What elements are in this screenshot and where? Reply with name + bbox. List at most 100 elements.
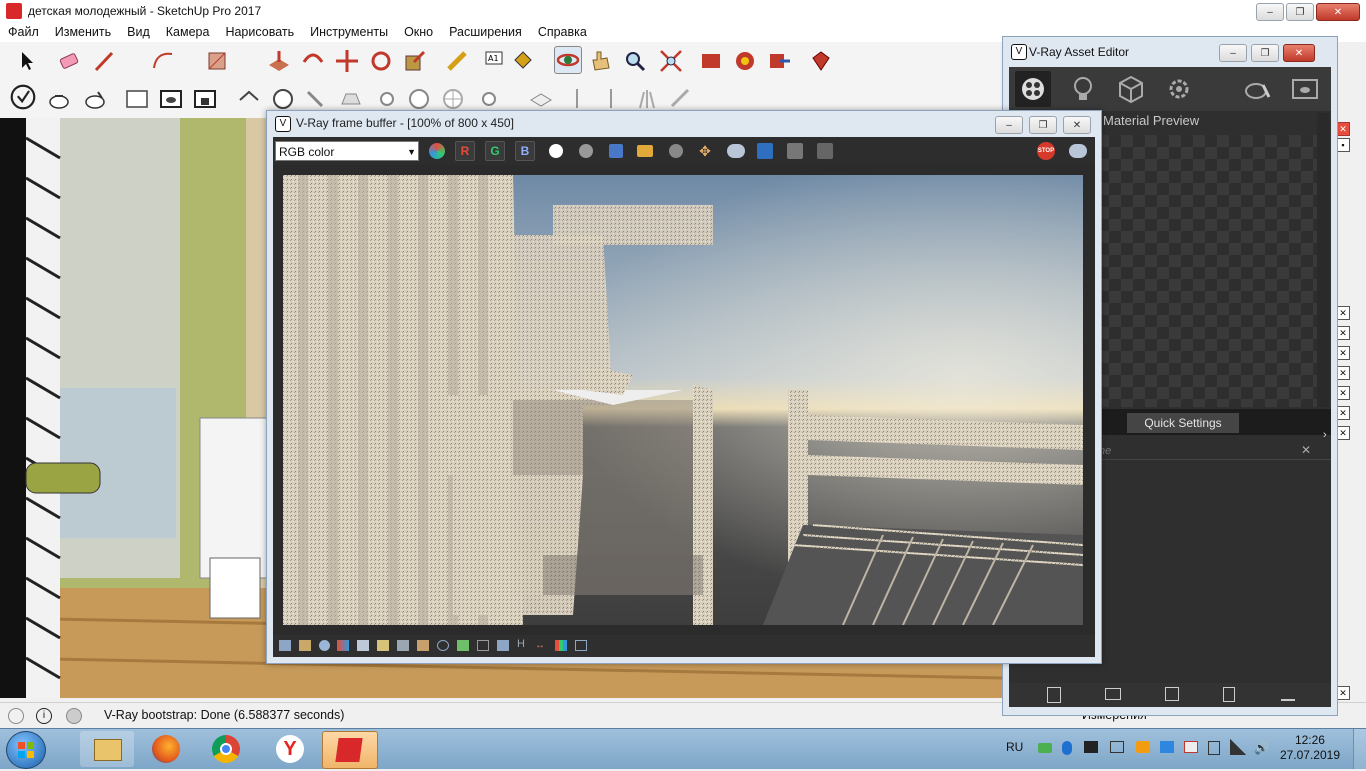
- render-teapot-icon[interactable]: [727, 144, 745, 158]
- orbit-icon[interactable]: [554, 46, 582, 74]
- minimize-button[interactable]: –: [1256, 3, 1284, 21]
- channel-select[interactable]: RGB color ▼: [275, 141, 419, 161]
- move-icon[interactable]: [334, 48, 360, 74]
- menu-draw[interactable]: Нарисовать: [217, 25, 302, 39]
- rotate-icon[interactable]: [368, 48, 394, 74]
- vray-omni-light-icon[interactable]: [374, 86, 400, 112]
- clear-name-icon[interactable]: ✕: [1301, 443, 1311, 457]
- menu-extensions[interactable]: Расширения: [441, 25, 530, 39]
- menu-window[interactable]: Окно: [396, 25, 441, 39]
- tray-pin-icon[interactable]: ▪: [1336, 138, 1350, 152]
- zoom-icon[interactable]: [622, 48, 648, 74]
- vray-asset-editor-icon[interactable]: [158, 86, 184, 112]
- exposure-icon[interactable]: [397, 640, 409, 651]
- color-channels-icon[interactable]: [429, 143, 445, 159]
- vray-light-gen-icon[interactable]: [236, 86, 262, 112]
- load-image-icon[interactable]: [637, 145, 653, 157]
- text-tool-icon[interactable]: A1: [480, 48, 506, 74]
- lens-effects-icon[interactable]: [437, 640, 449, 651]
- menu-view[interactable]: Вид: [119, 25, 158, 39]
- tray-close-icon[interactable]: ✕: [1336, 122, 1350, 136]
- taskbar-yandex-icon[interactable]: Y: [264, 731, 318, 767]
- share-model-icon[interactable]: [766, 48, 792, 74]
- vray-interactive-render-icon[interactable]: [46, 86, 72, 112]
- panel-close-icon[interactable]: ✕: [1336, 346, 1350, 360]
- ruby-console-icon[interactable]: [808, 48, 834, 74]
- tray-app-icon[interactable]: [1084, 741, 1098, 753]
- settings-tab-icon[interactable]: [1161, 71, 1197, 107]
- volume-icon[interactable]: 🔊: [1254, 741, 1269, 755]
- bluetooth-icon[interactable]: [1062, 741, 1072, 755]
- taskbar-sketchup-icon[interactable]: [322, 731, 378, 769]
- panel-close-icon[interactable]: ✕: [1336, 366, 1350, 380]
- paint-bucket-icon[interactable]: [510, 48, 536, 74]
- taskbar-chrome-icon[interactable]: [200, 731, 254, 767]
- geometry-tab-icon[interactable]: [1113, 71, 1149, 107]
- tape-measure-icon[interactable]: [444, 48, 470, 74]
- vray-render-icon[interactable]: [10, 84, 40, 114]
- srgb-icon[interactable]: [555, 640, 567, 651]
- vray-proxy-export-icon[interactable]: [564, 86, 590, 112]
- language-indicator[interactable]: RU: [1006, 740, 1023, 754]
- red-channel-button[interactable]: R: [455, 141, 475, 161]
- alpha-white-icon[interactable]: [549, 144, 563, 158]
- import-icon[interactable]: [1281, 687, 1295, 701]
- panel-close-icon[interactable]: ✕: [1336, 426, 1350, 440]
- show-desktop-button[interactable]: [1353, 729, 1366, 769]
- curves-icon[interactable]: [377, 640, 389, 651]
- select-tool-icon[interactable]: [14, 48, 40, 74]
- track-mouse-icon[interactable]: ✥: [697, 143, 713, 159]
- ocio-icon[interactable]: [497, 640, 509, 651]
- color-correction-icon[interactable]: [337, 640, 349, 651]
- panel-close-icon[interactable]: ✕: [1336, 386, 1350, 400]
- user-icon[interactable]: [66, 708, 82, 724]
- start-button[interactable]: [6, 731, 46, 769]
- vray-frame-buffer-icon[interactable]: [124, 86, 150, 112]
- green-channel-button[interactable]: G: [485, 141, 505, 161]
- menu-edit[interactable]: Изменить: [47, 25, 119, 39]
- minimize-button[interactable]: –: [1219, 44, 1247, 62]
- history-icon[interactable]: [279, 640, 291, 651]
- frame-buffer-icon[interactable]: [1287, 71, 1323, 107]
- arc-icon[interactable]: [150, 48, 176, 74]
- wifi-signal-icon[interactable]: [1230, 739, 1246, 755]
- lut-icon[interactable]: [457, 640, 469, 651]
- levels-icon[interactable]: [357, 640, 369, 651]
- maximize-button[interactable]: ❐: [1029, 116, 1057, 134]
- materials-tab-icon[interactable]: [1015, 71, 1051, 107]
- scale-icon[interactable]: [402, 48, 428, 74]
- preview-scrollbar[interactable]: [1317, 113, 1329, 407]
- taskbar-firefox-icon[interactable]: [140, 731, 194, 767]
- curve-graph-icon[interactable]: [477, 640, 489, 651]
- collapse-arrow-icon[interactable]: ›: [1323, 429, 1327, 441]
- usb-device-icon[interactable]: [1208, 741, 1220, 755]
- panel-close-icon[interactable]: ✕: [1336, 326, 1350, 340]
- clear-image-icon[interactable]: [669, 144, 683, 158]
- zoom-extents-icon[interactable]: [658, 48, 684, 74]
- render-history-icon[interactable]: [299, 640, 311, 651]
- save-icon[interactable]: [1165, 687, 1179, 701]
- lights-tab-icon[interactable]: [1065, 71, 1101, 107]
- minimize-button[interactable]: –: [995, 116, 1023, 134]
- open-file-icon[interactable]: [1105, 688, 1121, 700]
- close-button[interactable]: ✕: [1316, 3, 1360, 21]
- new-asset-icon[interactable]: [1047, 687, 1061, 703]
- network-share-icon[interactable]: [1160, 741, 1174, 753]
- display-icon[interactable]: [1110, 741, 1124, 753]
- tray-check-icon[interactable]: [1038, 743, 1052, 753]
- vray-ies-light-icon[interactable]: [338, 86, 364, 112]
- menu-file[interactable]: Файл: [0, 25, 47, 39]
- render-teapot-icon[interactable]: [1239, 71, 1275, 107]
- vray-fur-icon[interactable]: [634, 86, 660, 112]
- vray-lock-icon[interactable]: [192, 86, 218, 112]
- vray-cloud-render-icon[interactable]: [82, 86, 108, 112]
- follow-me-icon[interactable]: [300, 48, 326, 74]
- vray-mesh-light-icon[interactable]: [440, 86, 466, 112]
- stop-render-icon[interactable]: STOP: [1037, 142, 1055, 160]
- region-render-icon[interactable]: [787, 143, 803, 159]
- vray-infinite-plane-icon[interactable]: [528, 86, 554, 112]
- panel-close-icon[interactable]: ✕: [1336, 306, 1350, 320]
- quick-settings-tab[interactable]: Quick Settings: [1127, 413, 1239, 433]
- tray-orange-icon[interactable]: [1136, 741, 1150, 753]
- push-pull-icon[interactable]: [266, 48, 292, 74]
